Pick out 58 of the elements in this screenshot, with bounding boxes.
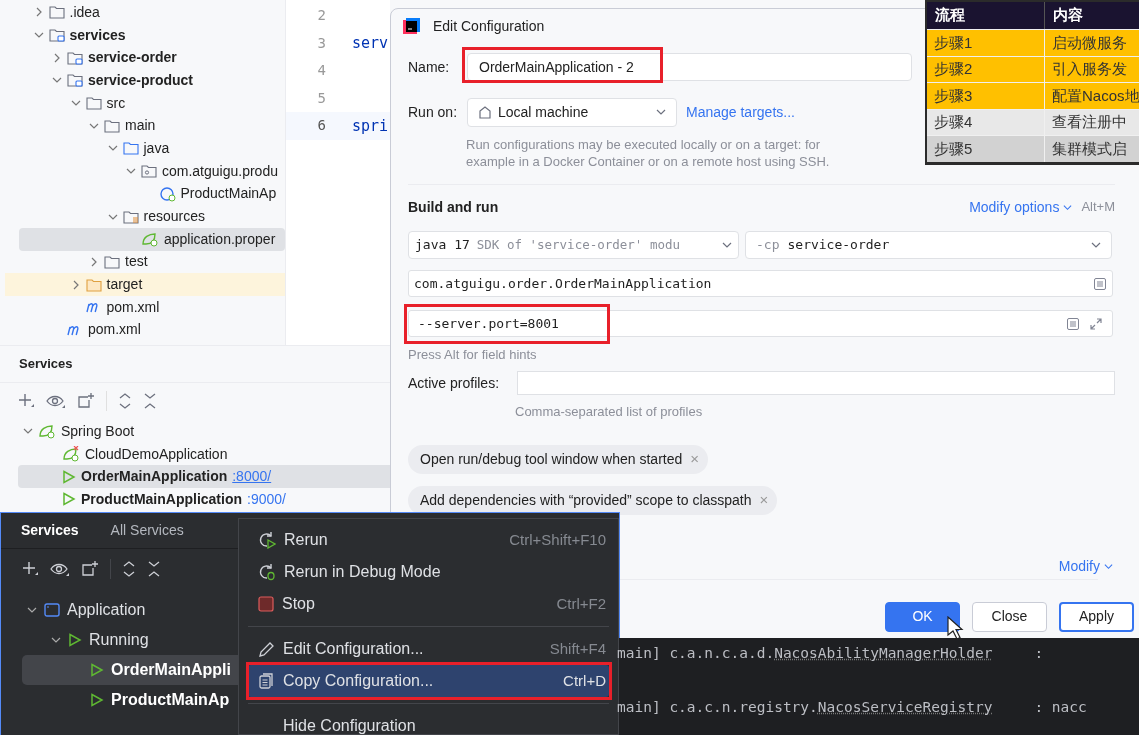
tree-item-label: .idea [69, 2, 100, 22]
tree-item-label: service-product [88, 70, 194, 90]
line-number: 5 [316, 88, 326, 108]
tree-item-label: resources [143, 207, 205, 227]
tree-item-label: test [125, 252, 148, 272]
console-line: main] c.a.c.n.registry.NacosServiceRegistry : nacc [617, 694, 1139, 721]
service-name: OrderMainAppli [111, 660, 231, 680]
tree-item-label: application.proper [164, 229, 276, 249]
service-name: Spring Boot [61, 421, 135, 441]
service-name: CloudDemoApplication [85, 444, 228, 464]
run-on-hint: Run configurations may be executed locally or on a target: for example in a Docker Container or on a remote host using SSH. [466, 136, 831, 170]
section-title: Build and run [408, 197, 500, 217]
shortcut-text: Ctrl+D [563, 670, 606, 691]
table-cell-text: 引入服务发 [1051, 59, 1127, 80]
line-number: 3 [316, 33, 326, 53]
column-header: 内容 [1052, 5, 1083, 26]
tree-item-label: main [125, 116, 156, 136]
tree-item-label: target [106, 275, 143, 295]
classpath-option-label: -cp [756, 236, 780, 255]
table-cell-text: 启动微服务 [1051, 32, 1127, 53]
field-label: Active profiles: [408, 373, 501, 393]
dialog-title: Edit Configuration [433, 16, 545, 36]
table-cell-text: 集群模式启 [1051, 138, 1127, 159]
shortcut-text: Shift+F4 [549, 638, 606, 659]
line-number: 2 [316, 6, 326, 26]
service-name: ProductMainAp [111, 690, 230, 710]
service-name: OrderMainApplication [81, 467, 228, 487]
tree-item-label: com.atguigu.produ [162, 161, 278, 181]
code-text: spri [352, 115, 389, 137]
table-cell-text: 配置Nacos地 [1051, 85, 1139, 106]
panel-title: Services [19, 355, 73, 374]
code-text: serv [352, 33, 389, 54]
table-cell: 步骤3 [927, 83, 1045, 109]
tree-item-label: service-order [88, 48, 177, 68]
tree-item-label: src [106, 93, 126, 113]
shortcut-text: Ctrl+F2 [556, 593, 606, 614]
table-cell-text: 查看注册中 [1051, 112, 1127, 133]
line-number: 6 [316, 116, 326, 136]
tree-item-label: java [143, 138, 170, 158]
tree-item-label: services [69, 25, 126, 45]
table-cell: 步骤1 [927, 30, 1045, 56]
tree-item-label: pom.xml [88, 320, 141, 340]
jdk-detail: SDK of 'service-order' modu [476, 235, 681, 254]
table-cell: 步骤5 [927, 136, 1045, 162]
service-name: Running [89, 630, 149, 650]
tree-item-label: ProductMainAp [180, 184, 277, 204]
service-name: Application [67, 600, 146, 620]
shortcut-text: Ctrl+Shift+F10 [509, 529, 606, 550]
classpath-value: service-order [787, 236, 891, 255]
profiles-hint: Comma-separated list of profiles [515, 403, 704, 421]
line-number: 4 [316, 61, 326, 81]
field-label: Name: [408, 57, 451, 77]
tree-item-label: pom.xml [106, 297, 160, 317]
console-line: main] c.a.n.c.a.d.NacosAbilityManagerHolder : [617, 640, 1139, 667]
field-hint: Press Alt for field hints [408, 347, 538, 363]
shortcut-hint: Alt+M [1081, 198, 1115, 217]
field-label: Run on: [408, 102, 459, 122]
service-name: ProductMainApplication [81, 489, 242, 509]
